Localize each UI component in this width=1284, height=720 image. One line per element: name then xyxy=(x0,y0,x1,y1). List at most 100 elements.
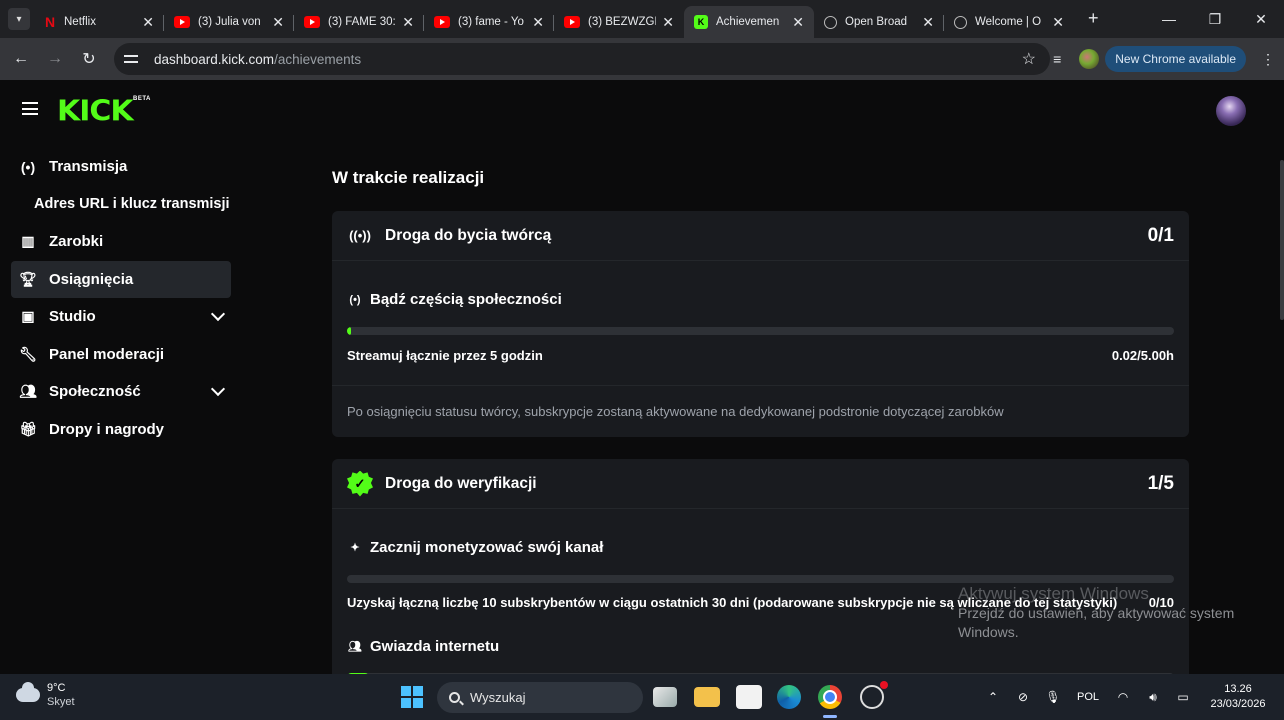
tab-title: (3) Julia von xyxy=(198,16,261,28)
address-bar[interactable]: dashboard.kick.com/achievements ☆ xyxy=(114,43,1050,75)
obs-icon xyxy=(824,15,837,29)
youtube-icon xyxy=(434,16,450,28)
close-window-icon[interactable]: ✕ xyxy=(1238,11,1284,28)
progress-fill xyxy=(347,327,351,335)
tab-search-button[interactable]: ▾ xyxy=(8,8,30,30)
close-icon[interactable]: ✕ xyxy=(532,14,544,31)
windows-start-icon[interactable] xyxy=(401,686,423,708)
minimize-icon[interactable]: — xyxy=(1146,11,1192,27)
sidebar-item-label: Studio xyxy=(49,308,96,326)
achievement-item-title: (•) Bądź częścią społeczności xyxy=(347,261,1174,308)
sidebar-item-label: Zarobki xyxy=(49,233,104,251)
close-icon[interactable]: ✕ xyxy=(272,14,284,31)
sidebar-item-spolecznosc[interactable]: 👥︎ Społeczność xyxy=(11,373,231,411)
kick-logo[interactable]: KICK xyxy=(57,95,134,128)
achievement-item-label: Zacznij monetyzować swój kanał xyxy=(370,539,604,556)
achievement-item-title: ✦ Zacznij monetyzować swój kanał xyxy=(347,509,1174,556)
reload-icon[interactable]: ↻ xyxy=(72,49,106,69)
taskbar-search[interactable]: Wyszukaj xyxy=(437,682,643,713)
browser-tab[interactable]: (3) FAME 30: ✕ xyxy=(294,6,424,38)
watermark-subtitle: Przejdź do ustawień, aby aktywować syste… xyxy=(958,605,1235,640)
url-text[interactable]: dashboard.kick.com/achievements xyxy=(154,52,361,67)
broadcast-icon: (•) xyxy=(349,293,361,306)
close-icon[interactable]: ✕ xyxy=(922,14,934,31)
browser-tab[interactable]: (3) Julia von ✕ xyxy=(164,6,294,38)
browser-tab[interactable]: (3) BEZWZGL ✕ xyxy=(554,6,684,38)
windows-activation-watermark: Aktywuj system Windows Przejdź do ustawi… xyxy=(958,584,1248,642)
page-title: W trakcie realizacji xyxy=(332,168,485,187)
wifi-icon[interactable]: ◠ xyxy=(1108,690,1138,704)
microsoft-store-icon[interactable] xyxy=(736,685,762,709)
task-view-icon[interactable] xyxy=(653,687,677,707)
battery-icon[interactable]: ▭ xyxy=(1168,690,1198,704)
sidebar-item-studio[interactable]: ▣ Studio xyxy=(11,298,231,336)
bookmark-star-icon[interactable]: ☆ xyxy=(1022,49,1036,69)
close-icon[interactable]: ✕ xyxy=(402,14,414,31)
browser-tab[interactable]: N Netflix ✕ xyxy=(34,6,164,38)
forward-arrow-icon[interactable]: → xyxy=(38,50,72,68)
gift-icon: 🎁︎ xyxy=(19,420,37,437)
network-off-icon[interactable]: ⊘ xyxy=(1008,690,1038,704)
tab-title: Welcome | O xyxy=(975,16,1042,28)
chevron-up-icon[interactable]: ⌃ xyxy=(978,690,1008,704)
tab-title: Open Broad xyxy=(845,16,908,28)
sidebar-item-label: Społeczność xyxy=(49,383,141,401)
achievement-item: (•) Bądź częścią społeczności Streamuj ł… xyxy=(332,261,1189,385)
menu-icon[interactable] xyxy=(22,102,38,115)
card-title: Droga do weryfikacji xyxy=(385,474,537,492)
reading-list-icon[interactable]: ≡ xyxy=(1041,51,1073,67)
language-indicator[interactable]: POL xyxy=(1068,691,1108,703)
card-progress-count: 1/5 xyxy=(1147,472,1174,494)
card-footer-text: Po osiągnięciu statusu twórcy, subskrypc… xyxy=(347,403,1004,419)
sidebar-item-transmisja[interactable]: (•) Transmisja xyxy=(11,148,231,186)
progress-bar xyxy=(347,327,1174,335)
restore-icon[interactable]: ❐ xyxy=(1192,11,1238,28)
sidebar-item-dropy[interactable]: 🎁︎ Dropy i nagrody xyxy=(11,411,231,449)
page-scrollbar[interactable] xyxy=(1280,160,1284,320)
back-arrow-icon[interactable]: ← xyxy=(4,50,38,68)
tab-title: (3) BEZWZGL xyxy=(588,16,657,28)
achievement-item-label: Bądź częścią społeczności xyxy=(370,291,562,308)
close-icon[interactable]: ✕ xyxy=(662,14,674,31)
profile-avatar-icon[interactable] xyxy=(1079,49,1100,69)
close-icon[interactable]: ✕ xyxy=(792,14,804,31)
tab-title: (3) fame - Yo xyxy=(458,16,524,28)
cloud-icon xyxy=(16,682,40,702)
browser-tab-active[interactable]: K Achievemen ✕ xyxy=(684,6,814,38)
file-explorer-icon[interactable] xyxy=(694,687,720,707)
edge-icon[interactable] xyxy=(777,685,801,709)
chevron-down-icon[interactable] xyxy=(210,381,226,397)
card-title: Droga do bycia twórcą xyxy=(385,226,552,244)
obs-icon[interactable] xyxy=(860,681,888,709)
beta-label: BETA xyxy=(133,96,151,102)
sidebar-item-panel-moderacji[interactable]: 🔧︎ Panel moderacji xyxy=(11,336,231,374)
weather-widget[interactable]: 9°C Skyet xyxy=(16,682,75,708)
kick-icon: K xyxy=(694,15,708,29)
microphone-icon[interactable]: 🎙︎ xyxy=(1038,690,1068,704)
more-menu-icon[interactable]: ⋮ xyxy=(1252,51,1284,68)
close-icon[interactable]: ✕ xyxy=(142,14,154,31)
active-app-indicator xyxy=(823,715,837,718)
volume-icon[interactable]: 🔊︎ xyxy=(1138,690,1168,705)
sidebar-item-zarobki[interactable]: ▥ Zarobki xyxy=(11,223,231,261)
sidebar-item-label: Transmisja xyxy=(49,158,128,176)
close-icon[interactable]: ✕ xyxy=(1052,14,1064,31)
new-tab-button[interactable]: + xyxy=(1088,8,1099,29)
youtube-icon xyxy=(564,16,580,28)
search-icon xyxy=(449,692,460,703)
browser-tab[interactable]: (3) fame - Yo ✕ xyxy=(424,6,554,38)
taskbar-search-placeholder: Wyszukaj xyxy=(470,690,526,705)
chrome-icon[interactable] xyxy=(818,685,842,709)
update-chrome-button[interactable]: New Chrome available xyxy=(1105,46,1246,72)
user-avatar[interactable] xyxy=(1216,96,1246,126)
sidebar-item-stream-key[interactable]: Adres URL i klucz transmisji xyxy=(11,186,231,224)
browser-tab[interactable]: Open Broad ✕ xyxy=(814,6,944,38)
browser-tab[interactable]: Welcome | O ✕ xyxy=(944,6,1074,38)
chevron-down-icon[interactable] xyxy=(210,306,226,322)
sidebar-item-osiagniecia[interactable]: 🏆︎ Osiągnięcia xyxy=(11,260,231,298)
taskbar-clock[interactable]: 13.26 23/03/2026 xyxy=(1198,682,1278,712)
toolbar-right: ≡ New Chrome available ⋮ xyxy=(1041,38,1284,80)
broadcast-icon: (•) xyxy=(20,158,36,175)
sparkle-icon: ✦ xyxy=(350,542,360,554)
site-info-icon[interactable] xyxy=(124,52,140,66)
